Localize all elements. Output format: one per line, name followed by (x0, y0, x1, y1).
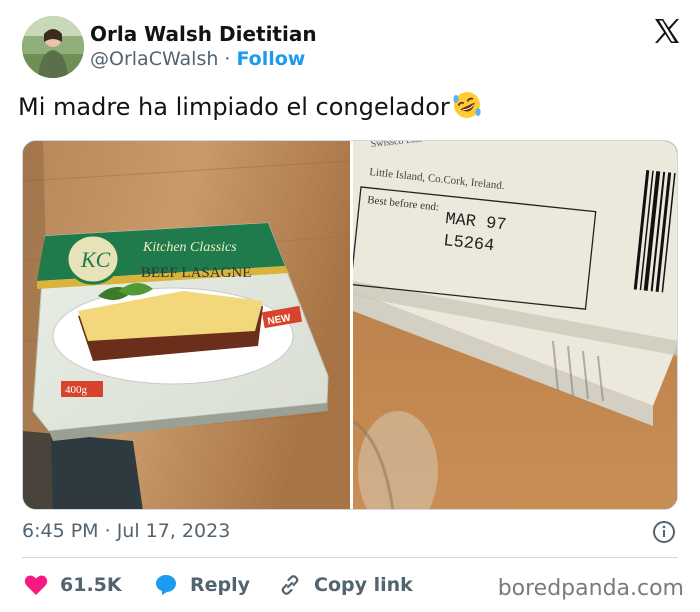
tweet-media[interactable]: KC Kitchen Classics BEEF LASAGNE NEW 400… (22, 140, 678, 510)
reply-button[interactable]: Reply (154, 568, 250, 602)
divider (22, 557, 678, 558)
reply-bubble-icon (156, 575, 176, 595)
svg-text:BEEF LASAGNE: BEEF LASAGNE (141, 265, 251, 281)
tweet-header: Orla Walsh Dietitian @OrlaCWalsh · Follow (22, 14, 682, 80)
x-logo-icon[interactable] (652, 16, 682, 46)
reply-label: Reply (190, 574, 251, 596)
heart-icon (24, 575, 48, 595)
like-button[interactable]: 61.5K (24, 568, 122, 602)
tweet-time: 6:45 PM (22, 520, 99, 542)
handle-separator: · (224, 48, 231, 70)
watermark-text: boredpanda.com (497, 576, 684, 601)
laughing-emoji-icon (452, 90, 482, 126)
tweet-timestamp[interactable]: 6:45 PM · Jul 17, 2023 (22, 520, 230, 542)
info-icon[interactable] (652, 520, 676, 544)
follow-button[interactable]: Follow (236, 48, 305, 70)
author-handle[interactable]: @OrlaCWalsh (90, 48, 218, 70)
link-icon (281, 575, 299, 595)
svg-text:400g: 400g (65, 384, 88, 396)
tweet-text: Mi madre ha limpiado el congelador (18, 90, 482, 126)
author-avatar[interactable] (22, 16, 84, 78)
svg-text:Kitchen Classics: Kitchen Classics (142, 240, 237, 255)
author-name[interactable]: Orla Walsh Dietitian (90, 22, 317, 46)
photo-lasagne-box[interactable]: KC Kitchen Classics BEEF LASAGNE NEW 400… (23, 141, 351, 509)
tweet-date: Jul 17, 2023 (116, 520, 231, 542)
author-handle-line: @OrlaCWalsh · Follow (90, 48, 305, 70)
timestamp-separator: · (104, 520, 111, 542)
copy-link-label: Copy link (314, 574, 413, 596)
like-count: 61.5K (60, 574, 122, 596)
svg-text:KC: KC (80, 247, 111, 272)
copy-link-button[interactable]: Copy link (278, 568, 413, 602)
tweet-body: Mi madre ha limpiado el congelador (18, 93, 450, 121)
photo-best-before-label[interactable]: Swissco Ltd. Little Island, Co.Cork, Ire… (350, 141, 677, 509)
